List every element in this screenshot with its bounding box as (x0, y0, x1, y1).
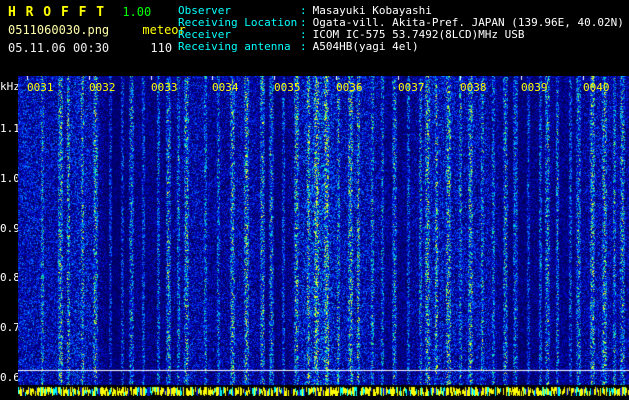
freq-tick-label: 1.0 (0, 172, 20, 185)
time-tick-label: 0038 (460, 81, 487, 94)
record-datetime: 05.11.06 00:30 (8, 41, 110, 55)
freq-tick-label: 0.8 (0, 271, 20, 284)
count-value: 110 (150, 41, 173, 55)
freq-tick-label: 0.7 (0, 321, 20, 334)
time-tick-label: 0031 (27, 81, 54, 94)
hrofft-output-window: H R O F F T 1.00 0511060030.png meteor 0… (0, 0, 629, 400)
observer-info-block: Observer : Masayuki Kobayashi Receiving … (178, 5, 624, 53)
info-label: Receiving antenna (178, 40, 291, 53)
time-tick-label: 0034 (212, 81, 239, 94)
app-version: 1.00 (122, 5, 152, 19)
freq-axis-unit: kHz (0, 80, 20, 93)
app-title: H R O F F T (8, 5, 106, 20)
datetime-row: 05.11.06 00:30 110 (8, 41, 186, 59)
freq-tick-label: 1.1 (0, 122, 20, 135)
time-tick-label: 0040 (583, 81, 610, 94)
time-tick-label: 0035 (274, 81, 301, 94)
freq-tick-label: 0.9 (0, 222, 20, 235)
time-tick-label: 0032 (89, 81, 116, 94)
info-colon: : (300, 40, 307, 53)
spectrogram-canvas (18, 76, 629, 396)
time-tick-label: 0039 (521, 81, 548, 94)
time-tick-label: 0033 (151, 81, 178, 94)
id-block: H R O F F T 1.00 0511060030.png meteor 0… (8, 5, 186, 59)
title-row: H R O F F T 1.00 (8, 5, 186, 23)
info-row-antenna: Receiving antenna : A504HB(yagi 4el) (178, 41, 624, 53)
time-tick-label: 0037 (398, 81, 425, 94)
filename-row: 0511060030.png meteor (8, 23, 186, 41)
time-tick-label: 0036 (336, 81, 363, 94)
info-value: A504HB(yagi 4el) (312, 40, 419, 53)
output-filename: 0511060030.png (8, 23, 110, 37)
freq-tick-label: 0.6 (0, 371, 20, 384)
